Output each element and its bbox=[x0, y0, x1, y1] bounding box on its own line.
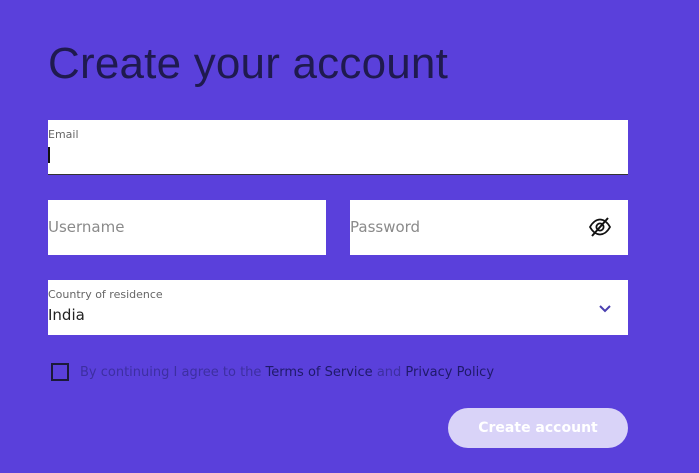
country-value: India bbox=[48, 306, 85, 324]
consent-checkbox[interactable] bbox=[51, 363, 69, 381]
consent-connector: and bbox=[376, 364, 402, 380]
page-title: Create your account bbox=[48, 39, 449, 88]
create-account-button[interactable]: Create account bbox=[448, 408, 628, 448]
email-label: Email bbox=[48, 128, 79, 141]
consent-text: By continuing I agree to the bbox=[80, 364, 262, 380]
email-field[interactable]: Email bbox=[48, 120, 628, 175]
chevron-down-icon[interactable] bbox=[598, 300, 612, 313]
consent-row: By continuing I agree to the Terms of Se… bbox=[51, 362, 494, 382]
country-select[interactable]: Country of residence India bbox=[48, 280, 628, 335]
text-cursor bbox=[48, 147, 50, 163]
password-field[interactable]: Password bbox=[350, 200, 628, 255]
username-field[interactable]: Username bbox=[48, 200, 326, 255]
password-placeholder: Password bbox=[350, 218, 421, 236]
terms-link[interactable]: Terms of Service bbox=[266, 365, 373, 380]
username-placeholder: Username bbox=[48, 218, 125, 236]
country-label: Country of residence bbox=[48, 288, 163, 301]
eye-slash-icon[interactable] bbox=[588, 216, 612, 238]
privacy-link[interactable]: Privacy Policy bbox=[405, 365, 494, 380]
